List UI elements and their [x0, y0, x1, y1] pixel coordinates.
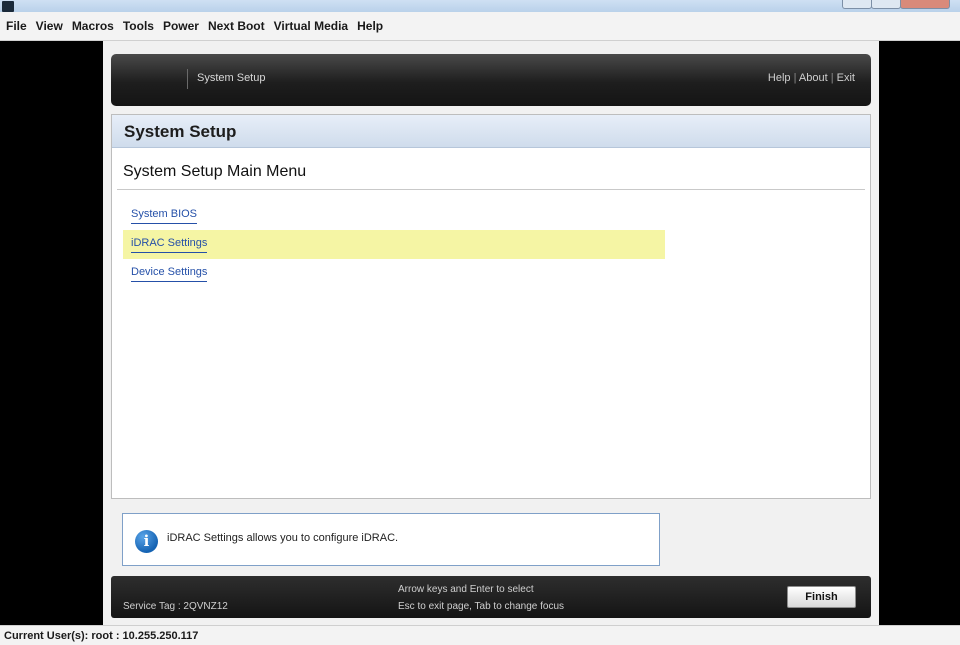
service-tag: Service Tag : 2QVNZ12 — [123, 601, 228, 612]
finish-button[interactable]: Finish — [787, 586, 856, 608]
main-menu-list: System BIOS iDRAC Settings Device Settin… — [123, 201, 665, 288]
help-info-box: i iDRAC Settings allows you to configure… — [122, 513, 660, 566]
panel-header: System Setup — [112, 115, 870, 148]
menu-view[interactable]: View — [36, 19, 63, 33]
setup-top-bar: System Setup Help | About | Exit — [111, 54, 871, 106]
idrac-settings-link[interactable]: iDRAC Settings — [131, 237, 208, 253]
menu-divider — [117, 189, 865, 190]
menu-row-idrac-settings[interactable]: iDRAC Settings — [123, 230, 665, 259]
menu-next-boot[interactable]: Next Boot — [208, 19, 265, 33]
system-setup-screen: System Setup Help | About | Exit System … — [103, 41, 879, 625]
device-settings-link[interactable]: Device Settings — [131, 266, 208, 282]
setup-footer: Service Tag : 2QVNZ12 Arrow keys and Ent… — [111, 576, 871, 618]
minimize-button[interactable] — [842, 0, 872, 9]
menu-virtual-media[interactable]: Virtual Media — [274, 19, 348, 33]
menu-help[interactable]: Help — [357, 19, 383, 33]
top-links: Help | About | Exit — [768, 72, 855, 84]
info-text: iDRAC Settings allows you to configure i… — [167, 532, 399, 544]
help-link[interactable]: Help — [768, 72, 791, 84]
exit-link[interactable]: Exit — [837, 72, 855, 84]
system-bios-link[interactable]: System BIOS — [131, 208, 198, 224]
title-divider — [187, 69, 188, 89]
navigation-hint: Arrow keys and Enter to select — [398, 584, 534, 595]
menu-macros[interactable]: Macros — [72, 19, 114, 33]
menu-heading: System Setup Main Menu — [123, 163, 307, 180]
link-separator: | — [793, 72, 797, 84]
menu-tools[interactable]: Tools — [123, 19, 154, 33]
maximize-button[interactable] — [871, 0, 901, 9]
menu-row-system-bios[interactable]: System BIOS — [123, 201, 665, 230]
link-separator: | — [830, 72, 834, 84]
status-bar: Current User(s): root : 10.255.250.117 — [0, 625, 960, 645]
about-link[interactable]: About — [799, 72, 828, 84]
console-viewport: System Setup Help | About | Exit System … — [0, 41, 960, 625]
menu-file[interactable]: File — [6, 19, 27, 33]
close-button[interactable] — [900, 0, 950, 9]
setup-title: System Setup — [197, 72, 266, 84]
focus-hint: Esc to exit page, Tab to change focus — [398, 601, 565, 612]
menu-bar: File View Macros Tools Power Next Boot V… — [0, 12, 960, 41]
window-title-bar — [0, 0, 960, 12]
menu-row-device-settings[interactable]: Device Settings — [123, 259, 665, 288]
menu-power[interactable]: Power — [163, 19, 199, 33]
info-icon: i — [135, 530, 158, 553]
main-panel: System Setup System Setup Main Menu Syst… — [111, 114, 871, 499]
app-icon — [2, 1, 14, 12]
